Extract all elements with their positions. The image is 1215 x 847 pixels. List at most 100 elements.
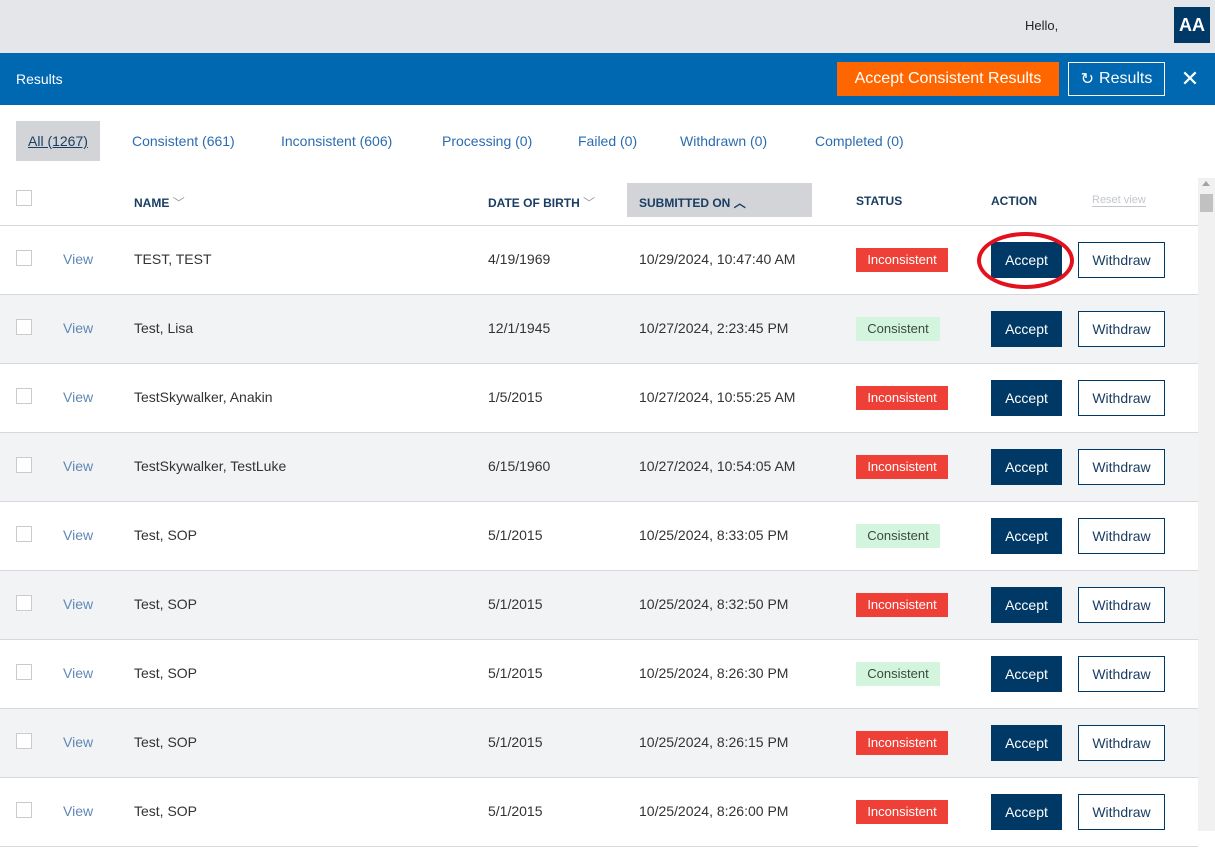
chevron-down-icon: ﹀ [583,196,596,210]
view-link[interactable]: View [63,596,93,612]
vertical-scrollbar[interactable] [1198,178,1215,831]
view-link[interactable]: View [63,320,93,336]
row-name: Test, SOP [134,596,198,612]
row-dob: 5/1/2015 [488,665,543,681]
view-link[interactable]: View [63,389,93,405]
row-dob: 6/15/1960 [488,458,551,474]
view-link[interactable]: View [63,734,93,750]
row-submitted-on: 10/25/2024, 8:26:30 PM [639,665,789,681]
accept-button[interactable]: Accept [991,449,1062,485]
accept-button[interactable]: Accept [991,794,1062,830]
table-row: View Test, SOP 5/1/2015 10/25/2024, 8:26:15… [0,709,1198,778]
view-link[interactable]: View [63,665,93,681]
accept-button[interactable]: Accept [991,380,1062,416]
row-submitted-on: 10/25/2024, 8:32:50 PM [639,596,789,612]
row-name: TEST, TEST [134,251,212,267]
select-all-checkbox[interactable] [16,190,32,206]
accept-button[interactable]: Accept [991,242,1062,278]
column-name[interactable]: NAME ﹀ [134,194,185,211]
tab-processing[interactable]: Processing (0) [430,121,544,161]
row-dob: 5/1/2015 [488,803,543,819]
view-link[interactable]: View [63,251,93,267]
greeting: Hello, [1025,18,1059,33]
row-submitted-on: 10/25/2024, 8:33:05 PM [639,527,789,543]
tab-failed[interactable]: Failed (0) [566,121,649,161]
chevron-up-icon: ︿ [733,196,746,210]
column-status: STATUS [856,194,903,208]
table-header: NAME ﹀ DATE OF BIRTH ﹀ SUBMITTED ON ︿ ST… [0,178,1198,226]
row-checkbox[interactable] [16,595,32,611]
column-action: ACTION [991,194,1037,208]
scroll-thumb[interactable] [1200,194,1213,212]
status-badge: Consistent [856,662,940,686]
reset-view-link[interactable]: Reset view [1092,194,1146,207]
row-name: TestSkywalker, TestLuke [134,458,287,474]
row-name: Test, SOP [134,527,198,543]
table-row: View TEST, TEST 4/19/1969 10/29/2024, 10:47… [0,226,1198,295]
row-checkbox[interactable] [16,733,32,749]
row-dob: 5/1/2015 [488,596,543,612]
row-name: TestSkywalker, Anakin [134,389,273,405]
accept-button[interactable]: Accept [991,656,1062,692]
accept-button[interactable]: Accept [991,725,1062,761]
accept-button[interactable]: Accept [991,311,1062,347]
status-badge: Inconsistent [856,386,948,410]
status-tabs: All (1267) Consistent (661) Inconsistent… [0,121,1215,161]
withdraw-button[interactable]: Withdraw [1078,380,1165,416]
column-dob[interactable]: DATE OF BIRTH ﹀ [488,194,595,211]
column-name-label: NAME [134,196,170,210]
withdraw-button[interactable]: Withdraw [1078,794,1165,830]
column-submitted-label: SUBMITTED ON [639,196,731,210]
row-dob: 5/1/2015 [488,734,543,750]
withdraw-button[interactable]: Withdraw [1078,449,1165,485]
status-badge: Inconsistent [856,455,948,479]
row-checkbox[interactable] [16,802,32,818]
row-checkbox[interactable] [16,664,32,680]
scroll-up-arrow-icon[interactable] [1202,181,1210,186]
row-checkbox[interactable] [16,526,32,542]
table-row: View Test, SOP 5/1/2015 10/25/2024, 8:33:05… [0,502,1198,571]
row-checkbox[interactable] [16,319,32,335]
tab-all[interactable]: All (1267) [16,121,100,161]
view-link[interactable]: View [63,527,93,543]
status-badge: Consistent [856,524,940,548]
row-name: Test, Lisa [134,320,194,336]
status-badge: Consistent [856,317,940,341]
tab-consistent[interactable]: Consistent (661) [120,121,247,161]
accept-button[interactable]: Accept [991,587,1062,623]
tab-completed[interactable]: Completed (0) [803,121,916,161]
row-submitted-on: 10/27/2024, 10:55:25 AM [639,389,796,405]
status-badge: Inconsistent [856,731,948,755]
row-submitted-on: 10/25/2024, 8:26:15 PM [639,734,789,750]
column-submitted-on[interactable]: SUBMITTED ON ︿ [639,194,746,211]
withdraw-button[interactable]: Withdraw [1078,242,1165,278]
user-avatar[interactable]: AA [1174,7,1210,43]
table-row: View Test, SOP 5/1/2015 10/25/2024, 8:26:00… [0,778,1198,847]
row-dob: 1/5/2015 [488,389,543,405]
table-row: View TestSkywalker, TestLuke 6/15/1960 10/2… [0,433,1198,502]
accept-consistent-results-button[interactable]: Accept Consistent Results [837,62,1059,96]
withdraw-button[interactable]: Withdraw [1078,587,1165,623]
tab-withdrawn[interactable]: Withdrawn (0) [668,121,779,161]
refresh-results-label: Results [1099,70,1153,87]
row-checkbox[interactable] [16,388,32,404]
row-submitted-on: 10/29/2024, 10:47:40 AM [639,251,796,267]
row-submitted-on: 10/25/2024, 8:26:00 PM [639,803,789,819]
withdraw-button[interactable]: Withdraw [1078,725,1165,761]
withdraw-button[interactable]: Withdraw [1078,656,1165,692]
refresh-results-button[interactable]: ↻ Results [1068,62,1165,96]
row-checkbox[interactable] [16,457,32,473]
withdraw-button[interactable]: Withdraw [1078,311,1165,347]
view-link[interactable]: View [63,803,93,819]
row-submitted-on: 10/27/2024, 10:54:05 AM [639,458,796,474]
row-dob: 12/1/1945 [488,320,551,336]
withdraw-button[interactable]: Withdraw [1078,518,1165,554]
panel-title: Results [16,71,63,87]
view-link[interactable]: View [63,458,93,474]
status-badge: Inconsistent [856,800,948,824]
close-icon[interactable]: ✕ [1176,64,1204,94]
row-submitted-on: 10/27/2024, 2:23:45 PM [639,320,789,336]
accept-button[interactable]: Accept [991,518,1062,554]
tab-inconsistent[interactable]: Inconsistent (606) [269,121,404,161]
row-checkbox[interactable] [16,250,32,266]
